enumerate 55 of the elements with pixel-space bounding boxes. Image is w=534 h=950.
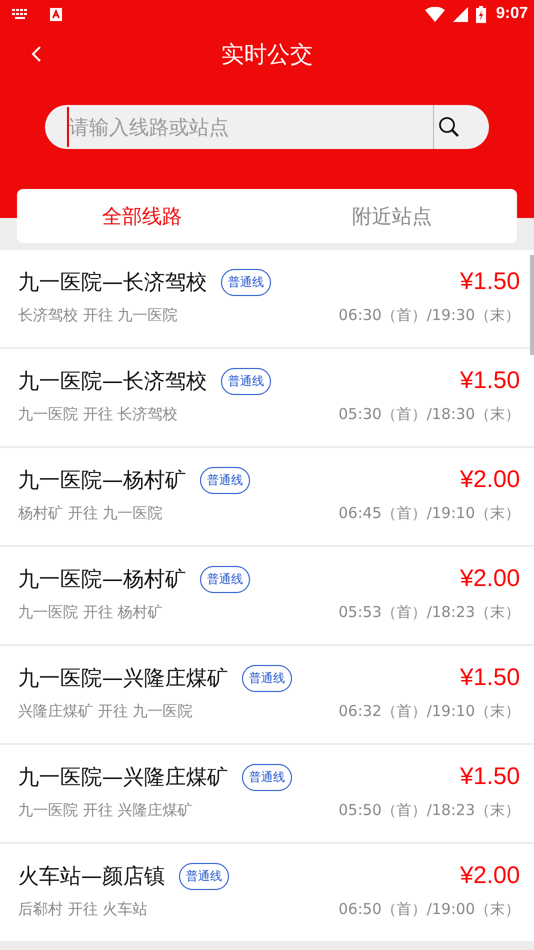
app-notification-icon: [50, 8, 62, 20]
fare-text: ¥1.50: [460, 664, 520, 692]
fare-text: ¥2.00: [460, 565, 520, 593]
fare-text: ¥1.50: [460, 763, 520, 791]
clock-text: 9:07: [496, 5, 528, 23]
route-type-badge: 普通线: [242, 664, 292, 692]
route-row[interactable]: 九一医院—兴隆庄煤矿 普通线 ¥1.50 九一医院 开往 兴隆庄煤矿 05:50（首）/18:23（末）: [0, 745, 534, 842]
direction-text: 兴隆庄煤矿 开往 九一医院: [18, 702, 193, 721]
service-hours-text: 05:30（首）/18:30（末）: [338, 405, 520, 424]
route-name: 九一医院—杨村矿: [18, 467, 186, 494]
service-hours-text: 05:50（首）/18:23（末）: [338, 801, 520, 820]
service-hours-text: 06:45（首）/19:10（末）: [338, 504, 520, 523]
direction-text: 九一医院 开往 长济驾校: [18, 405, 178, 424]
route-name: 九一医院—兴隆庄煤矿: [18, 764, 228, 791]
route-type-badge: 普通线: [200, 466, 250, 494]
direction-text: 后郗村 开往 火车站: [18, 900, 148, 919]
search-icon: [438, 116, 460, 138]
search-field[interactable]: 请输入线路或站点: [67, 107, 433, 147]
fare-text: ¥1.50: [460, 268, 520, 296]
route-name: 九一医院—兴隆庄煤矿: [18, 665, 228, 692]
direction-text: 九一医院 开往 杨村矿: [18, 603, 163, 622]
tab[interactable]: 全部线路: [17, 189, 267, 243]
service-hours-text: 06:50（首）/19:00（末）: [338, 900, 520, 919]
route-type-badge: 普通线: [221, 268, 271, 296]
battery-icon: [476, 6, 486, 22]
service-hours-text: 06:32（首）/19:10（末）: [338, 702, 520, 721]
wifi-icon: [424, 6, 445, 22]
route-name: 火车站—颜店镇: [18, 863, 165, 890]
route-name: 九一医院—长济驾校: [18, 269, 207, 296]
tab[interactable]: 附近站点: [267, 189, 517, 243]
route-type-badge: 普通线: [242, 764, 292, 790]
route-row[interactable]: 九一医院—兴隆庄煤矿 普通线 ¥1.50 兴隆庄煤矿 开往 九一医院 06:32（首）/19:10（末）: [0, 646, 534, 743]
page-title: 实时公交: [221, 40, 313, 70]
route-row[interactable]: 九一医院—长济驾校 普通线 ¥1.50 九一医院 开往 长济驾校 05:30（首）/18:30（末）: [0, 349, 534, 446]
route-name: 九一医院—长济驾校: [18, 368, 207, 395]
signal-icon: [452, 6, 468, 22]
service-hours-text: 06:30（首）/19:30（末）: [338, 306, 520, 325]
route-row[interactable]: 九一医院—杨村矿 普通线 ¥2.00 杨村矿 开往 九一医院 06:45（首）/19:10（末）: [0, 448, 534, 545]
direction-text: 长济驾校 开往 九一医院: [18, 306, 178, 325]
service-hours-text: 05:53（首）/18:23（末）: [338, 603, 520, 622]
route-row[interactable]: 九一医院—长济驾校 普通线 ¥1.50 长济驾校 开往 九一医院 06:30（首）/19:30（末）: [0, 250, 534, 347]
route-type-badge: 普通线: [179, 862, 229, 890]
fare-text: ¥2.00: [460, 466, 520, 494]
keyboard-icon: [12, 9, 28, 19]
route-type-badge: 普通线: [200, 566, 250, 592]
route-name: 九一医院—杨村矿: [18, 566, 186, 593]
back-icon: [30, 44, 42, 62]
route-row[interactable]: 九一医院—杨村矿 普通线 ¥2.00 九一医院 开往 杨村矿 05:53（首）/18:23（末）: [0, 547, 534, 644]
search-bar[interactable]: 请输入线路或站点: [45, 105, 489, 149]
direction-text: 杨村矿 开往 九一医院: [18, 504, 163, 523]
route-row[interactable]: 火车站—颜店镇 普通线 ¥2.00 后郗村 开往 火车站 06:50（首）/19:00（末）: [0, 844, 534, 941]
direction-text: 九一医院 开往 兴隆庄煤矿: [18, 801, 193, 820]
route-type-badge: 普通线: [221, 368, 271, 394]
fare-text: ¥1.50: [460, 367, 520, 395]
fare-text: ¥2.00: [460, 862, 520, 890]
